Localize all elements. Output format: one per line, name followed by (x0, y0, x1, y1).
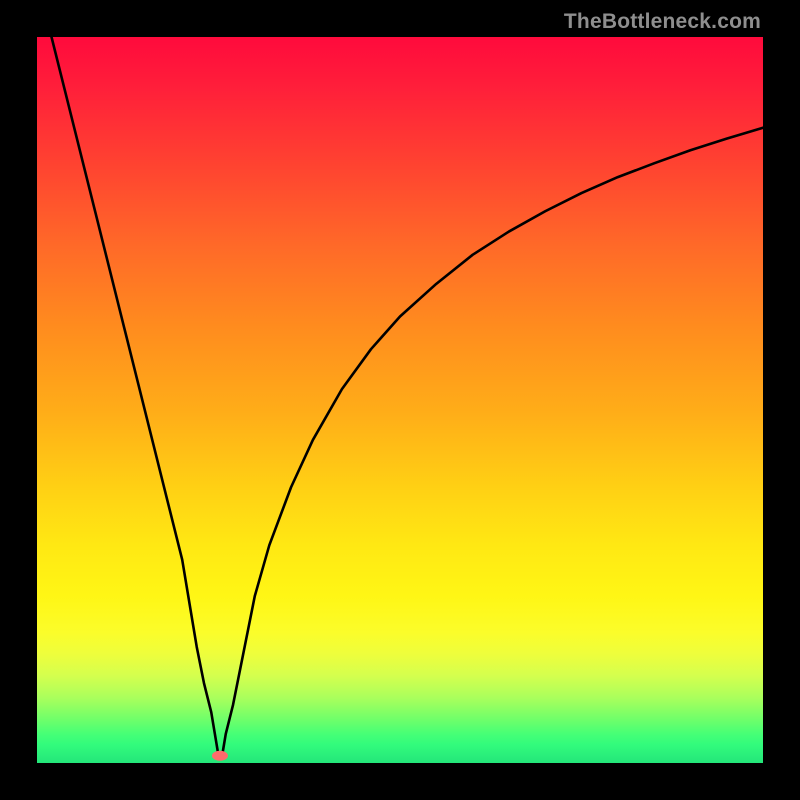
bottleneck-curve-line (37, 37, 763, 756)
plot-area (37, 37, 763, 763)
chart-container: TheBottleneck.com (0, 0, 800, 800)
curve-minimum-marker (212, 751, 228, 761)
bottleneck-curve-svg (37, 37, 763, 763)
watermark-text: TheBottleneck.com (564, 10, 761, 34)
